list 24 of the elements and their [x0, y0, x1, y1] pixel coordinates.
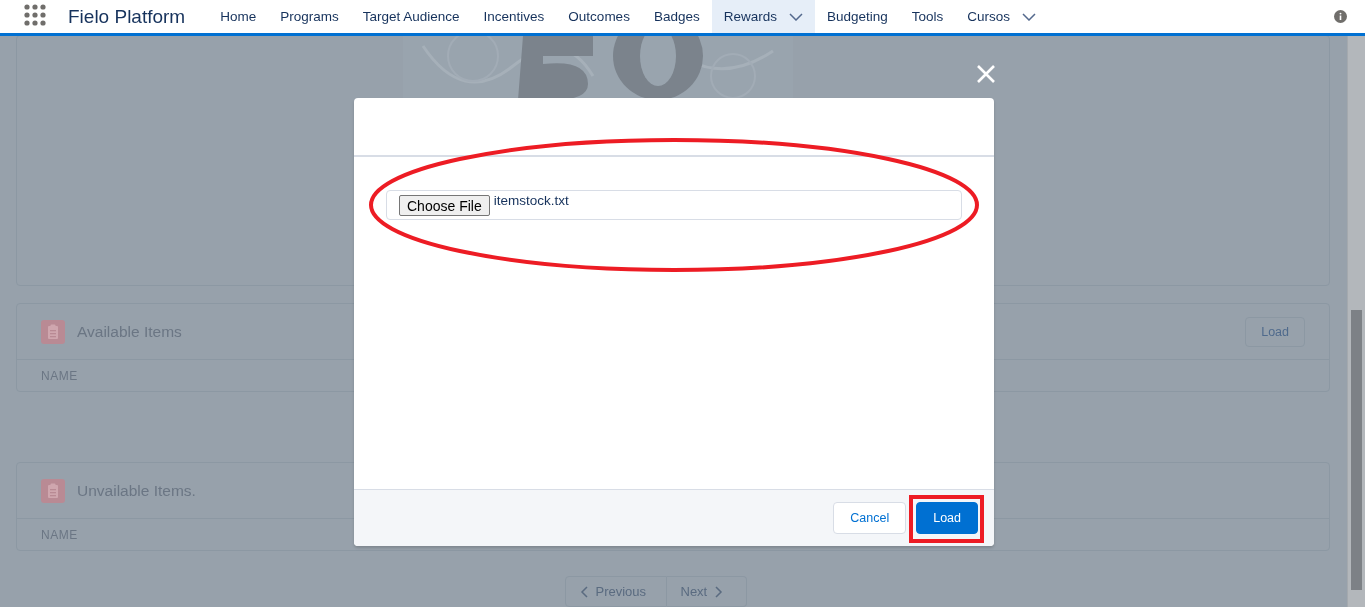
choose-file-button[interactable]: Choose File: [399, 195, 490, 216]
file-input[interactable]: Choose File itemstock.txt: [386, 190, 962, 220]
nav-tab[interactable]: Budgeting: [814, 0, 900, 33]
nav-tab[interactable]: Tools: [899, 0, 956, 33]
app-name: Fielo Platform: [68, 5, 186, 28]
app-launcher-icon[interactable]: [24, 4, 46, 26]
nav-tab[interactable]: Rewards: [711, 0, 815, 33]
clipboard-icon: [41, 319, 65, 344]
close-icon[interactable]: [976, 64, 996, 84]
info-icon[interactable]: [1334, 10, 1347, 23]
nav-tab[interactable]: Outcomes: [556, 0, 642, 33]
chevron-right-icon: [715, 585, 724, 598]
scrollbar[interactable]: [1347, 36, 1365, 607]
nav-tab[interactable]: Cursos: [955, 0, 1049, 33]
nav-tab[interactable]: Target Audience: [350, 0, 472, 33]
load-button[interactable]: Load: [916, 502, 978, 534]
nav-tab[interactable]: Incentives: [471, 0, 557, 33]
cancel-button[interactable]: Cancel: [833, 502, 907, 534]
nav-tab[interactable]: Badges: [641, 0, 712, 33]
chevron-left-icon: [579, 585, 588, 598]
file-name: itemstock.txt: [493, 193, 569, 208]
clipboard-icon: [41, 478, 65, 503]
nav-tab[interactable]: Programs: [268, 0, 351, 33]
nav-tab[interactable]: Home: [208, 0, 269, 33]
